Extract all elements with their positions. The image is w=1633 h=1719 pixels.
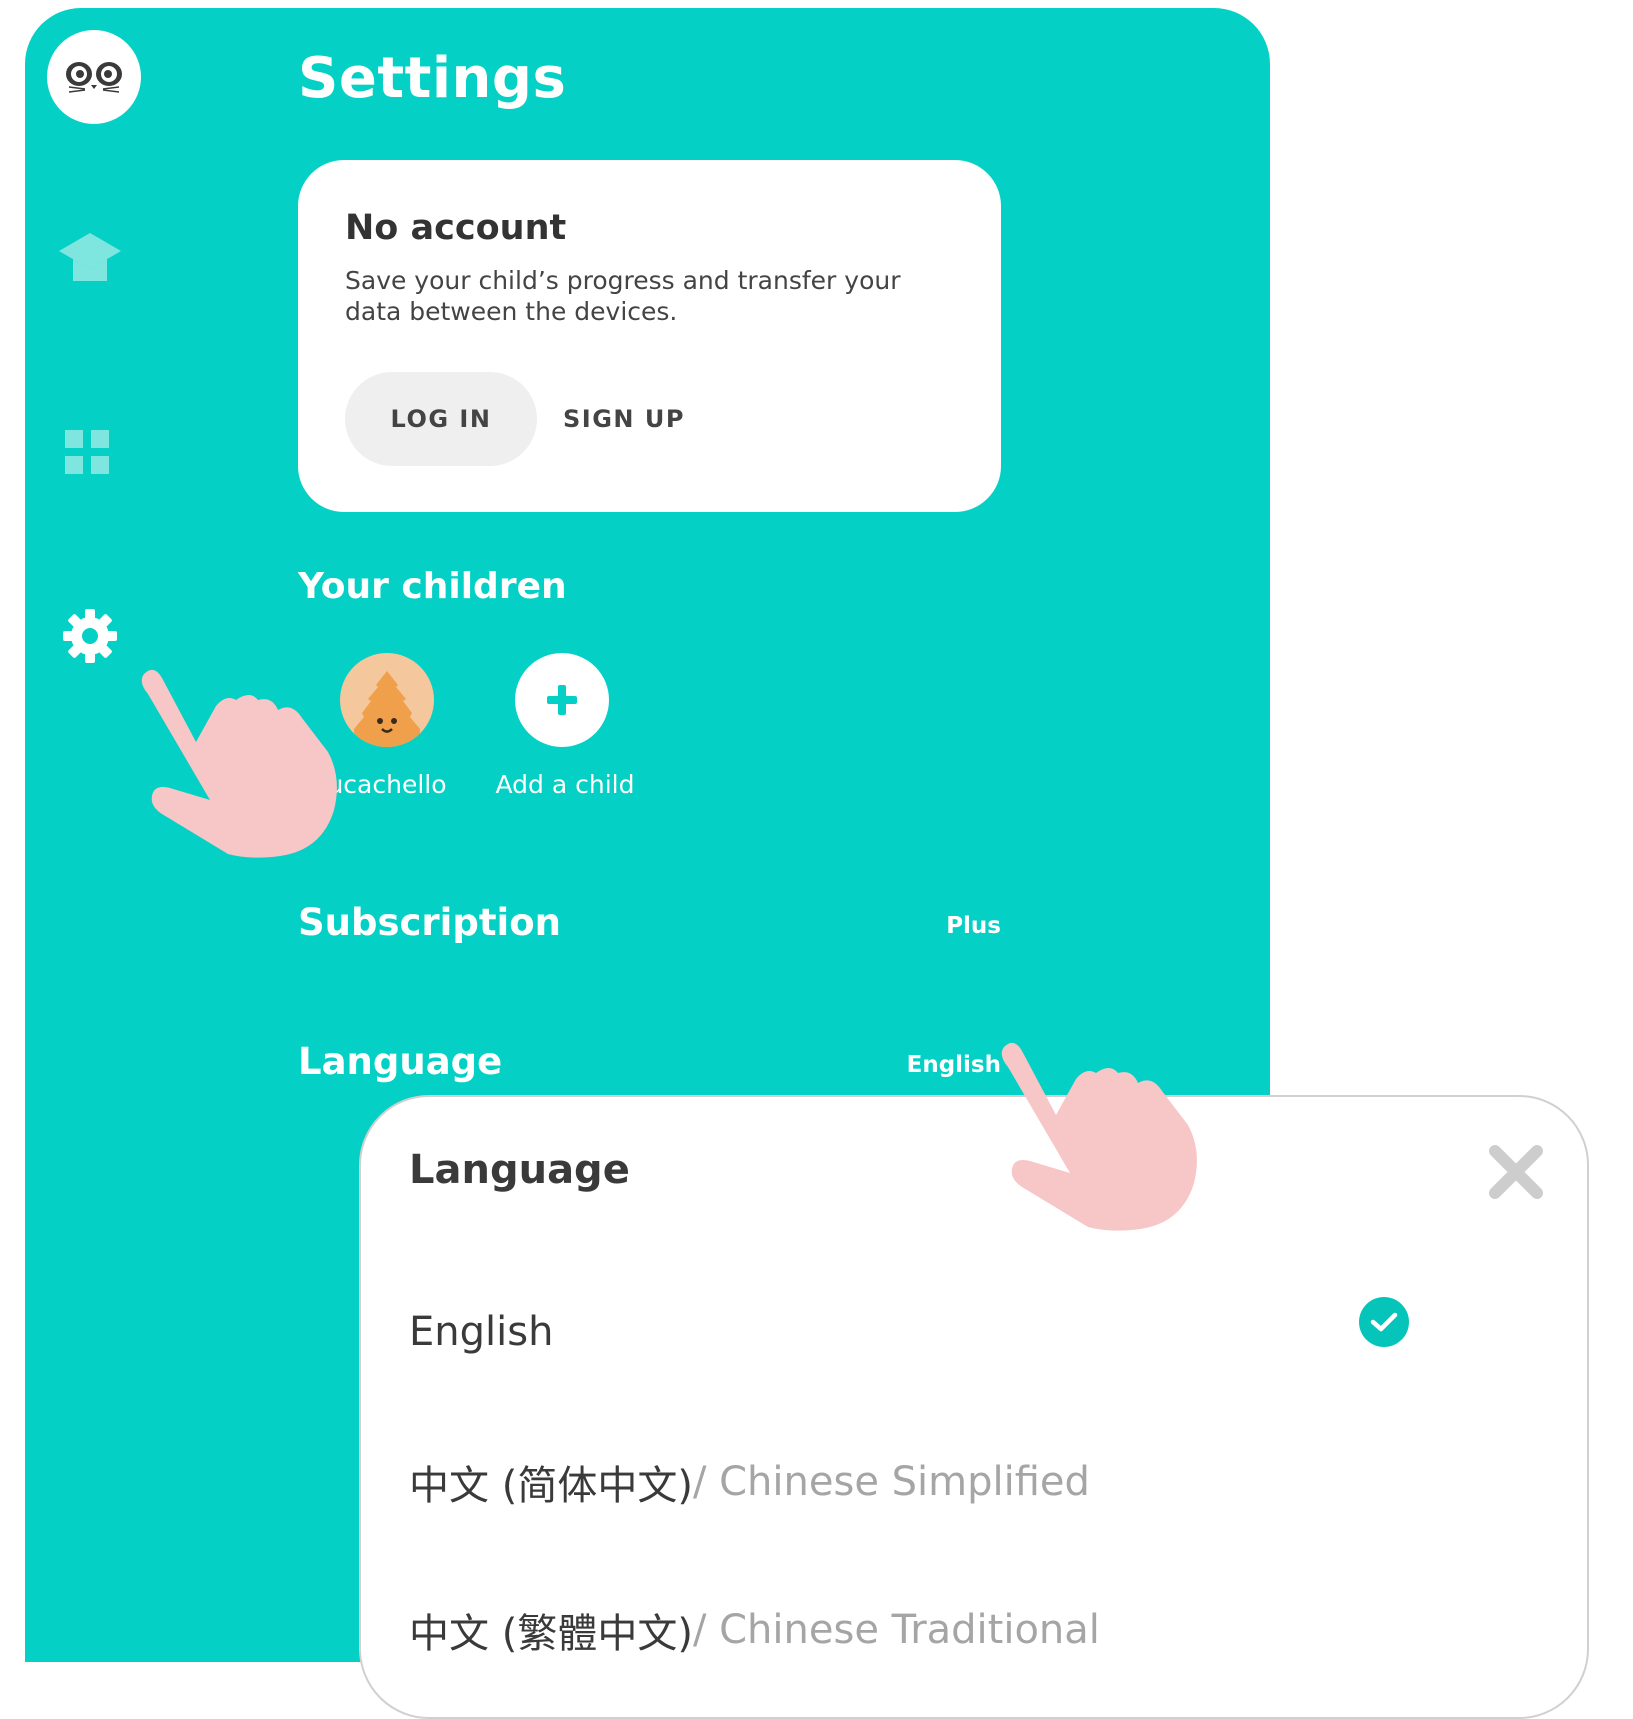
gear-icon[interactable] bbox=[60, 606, 120, 666]
language-modal-title: Language bbox=[409, 1147, 630, 1193]
page-title: Settings bbox=[298, 46, 567, 111]
add-child-button[interactable] bbox=[515, 653, 609, 747]
pointing-hand-icon bbox=[141, 669, 337, 858]
account-description: Save your child’s progress and transfer … bbox=[345, 266, 901, 326]
child-avatar[interactable] bbox=[340, 653, 434, 747]
check-icon bbox=[1359, 1297, 1409, 1347]
account-title: No account bbox=[345, 208, 567, 248]
panda-logo-icon[interactable] bbox=[47, 30, 141, 124]
grid-icon[interactable] bbox=[63, 428, 113, 478]
language-option-chinese-simplified[interactable]: 中文 (简体中文) / Chinese Simplified bbox=[409, 1437, 1509, 1527]
subscription-label: Subscription bbox=[298, 901, 561, 944]
login-button[interactable]: LOG IN bbox=[345, 372, 537, 466]
children-section-title: Your children bbox=[298, 566, 567, 607]
language-option-english[interactable]: English bbox=[409, 1287, 1509, 1377]
close-icon[interactable] bbox=[1486, 1142, 1546, 1202]
language-option-native: 中文 (繁體中文) bbox=[409, 1611, 693, 1657]
language-option-english-name: / Chinese Simplified bbox=[692, 1459, 1090, 1505]
subscription-value: Plus bbox=[946, 913, 1001, 939]
language-label: Language bbox=[298, 1040, 503, 1083]
language-option-native: 中文 (简体中文) bbox=[409, 1463, 693, 1509]
language-value: English bbox=[906, 1052, 1001, 1078]
pointing-hand-icon bbox=[1001, 1042, 1197, 1231]
add-child-label: Add a child bbox=[495, 770, 635, 799]
plus-icon bbox=[547, 685, 577, 715]
signup-button[interactable]: SIGN UP bbox=[563, 372, 713, 466]
language-modal: Language English 中文 (简体中文) / Chinese Sim… bbox=[359, 1095, 1589, 1719]
account-card: No account Save your child’s progress an… bbox=[298, 160, 1001, 512]
graduation-cap-icon[interactable] bbox=[55, 228, 125, 288]
language-option-native: English bbox=[409, 1309, 554, 1355]
language-option-english-name: / Chinese Traditional bbox=[692, 1607, 1100, 1653]
